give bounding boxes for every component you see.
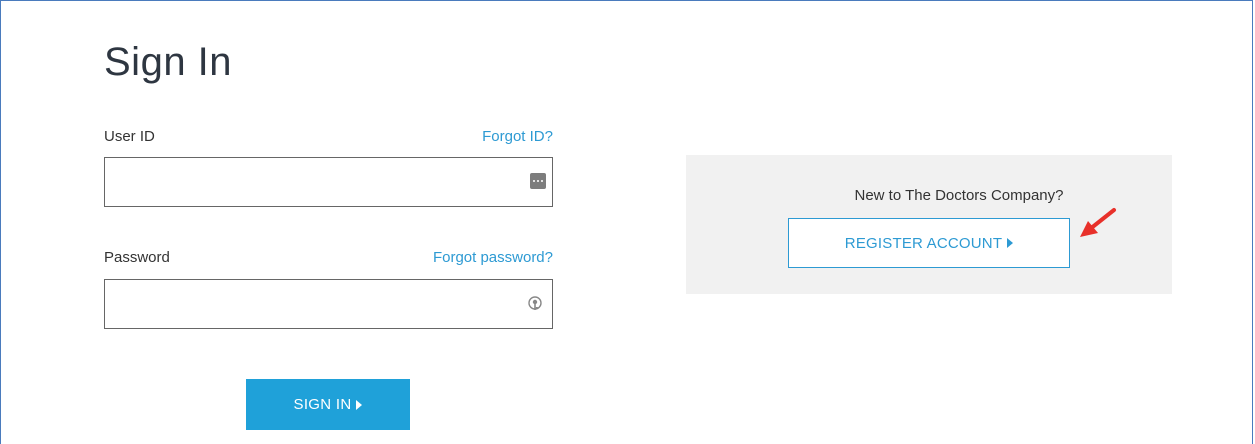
register-account-button[interactable]: REGISTER ACCOUNT [788, 218, 1070, 268]
forgot-password-link[interactable]: Forgot password? [373, 249, 553, 266]
password-input[interactable] [115, 280, 519, 328]
sign-in-label: SIGN IN [293, 396, 352, 413]
user-id-input[interactable] [115, 158, 519, 206]
register-account-label: REGISTER ACCOUNT [844, 234, 1003, 252]
page-title: Sign In [104, 40, 233, 84]
forgot-id-link[interactable]: Forgot ID? [403, 128, 553, 145]
caret-right-icon [1007, 238, 1014, 248]
caret-right-icon [356, 399, 363, 410]
user-id-field[interactable] [104, 157, 553, 207]
password-label: Password [104, 249, 170, 266]
red-arrow-icon [1080, 208, 1116, 237]
sign-in-button[interactable]: SIGN IN [246, 379, 410, 430]
key-icon[interactable] [527, 296, 543, 314]
password-field[interactable] [104, 279, 553, 329]
password-manager-dots-icon[interactable] [530, 173, 546, 189]
user-id-label: User ID [104, 128, 155, 145]
register-question: New to The Doctors Company? [854, 187, 1064, 204]
